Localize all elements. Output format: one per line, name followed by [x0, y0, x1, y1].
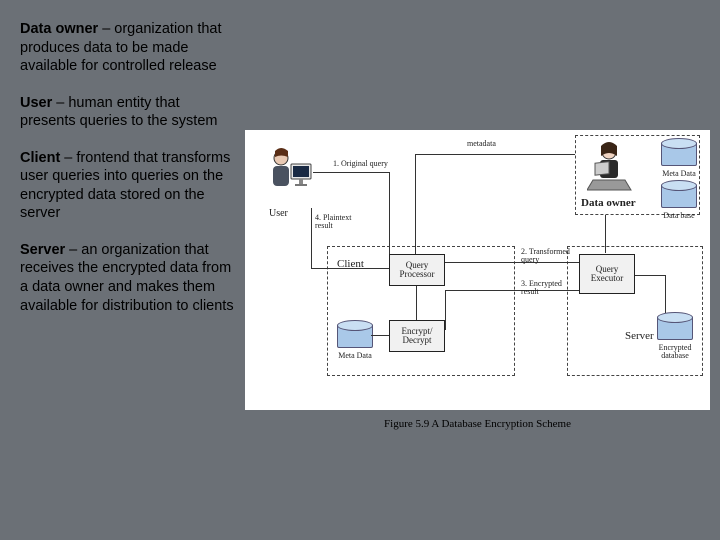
arrow-label-metadata: metadata — [467, 140, 496, 148]
box-query-processor: Query Processor — [389, 254, 445, 286]
label-encrypted-db: Encrypted database — [651, 344, 699, 361]
arrow-conn4 — [311, 268, 389, 269]
term-data-owner: Data owner — [20, 21, 98, 37]
def-user: User – human entity that presents querie… — [20, 94, 235, 131]
label-database: Data base — [655, 212, 703, 220]
arrow-conn1 — [389, 172, 390, 254]
figure-caption: Figure 5.9 A Database Encryption Scheme — [245, 418, 710, 430]
term-user: User — [20, 95, 52, 111]
label-server: Server — [625, 330, 654, 342]
label-meta-client: Meta Data — [331, 352, 379, 360]
def-server: Server – an organization that receives t… — [20, 241, 235, 315]
definitions-panel: Data owner – organization that produces … — [0, 0, 245, 540]
arrow-original-query — [313, 172, 389, 173]
term-server: Server — [20, 242, 65, 258]
figure-area: User Data owner Meta Data Data base meta… — [245, 0, 720, 540]
arrow-ed-meta — [371, 335, 389, 336]
arrow-metadata-down — [415, 154, 416, 254]
box-query-executor: Query Executor — [579, 254, 635, 294]
arrow-conn-edb — [665, 275, 666, 313]
arrow-qp-ed — [416, 286, 417, 320]
label-data-owner: Data owner — [581, 197, 636, 209]
label-user: User — [269, 208, 288, 219]
box-encrypt-decrypt: Encrypt/ Decrypt — [389, 320, 445, 352]
arrow-label-encrypted: 3. Encrypted result — [521, 280, 577, 297]
arrow-label-transformed: 2. Transformed query — [521, 248, 577, 265]
term-client: Client — [20, 150, 60, 166]
arrow-conn3 — [445, 290, 446, 330]
cylinder-meta-client: Meta Data — [337, 320, 371, 350]
def-client: Client – frontend that transforms user q… — [20, 149, 235, 223]
label-meta-owner: Meta Data — [655, 170, 703, 178]
arrow-label-original: 1. Original query — [333, 160, 388, 168]
arrow-label-plaintext: 4. Plaintext result — [315, 214, 365, 231]
figure-diagram: User Data owner Meta Data Data base meta… — [245, 130, 710, 410]
cylinder-database: Data base — [661, 180, 695, 210]
cylinder-encrypted-db: Encrypted database — [657, 312, 691, 342]
user-icon — [265, 148, 313, 202]
cylinder-meta-owner: Meta Data — [661, 138, 695, 168]
arrow-metadata-line — [415, 154, 575, 155]
arrow-owner-server — [605, 215, 606, 253]
slide-diagram: Data owner – organization that produces … — [0, 0, 720, 540]
arrow-qe-edb — [635, 275, 665, 276]
arrow-plaintext — [311, 208, 312, 268]
def-data-owner: Data owner – organization that produces … — [20, 20, 235, 76]
